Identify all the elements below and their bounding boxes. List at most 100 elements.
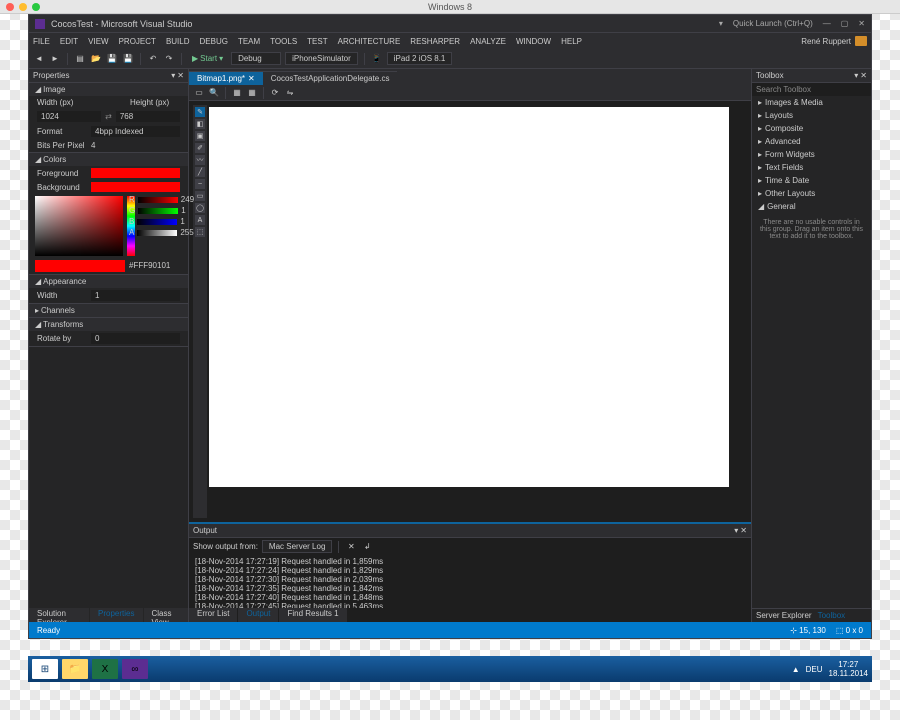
- config-combo[interactable]: Debug: [231, 52, 281, 65]
- fg-swatch[interactable]: [91, 168, 180, 178]
- line-tool-icon[interactable]: ╱: [195, 167, 205, 177]
- menu-build[interactable]: BUILD: [166, 37, 190, 46]
- tab-toolbox[interactable]: Toolbox: [818, 611, 846, 620]
- menu-team[interactable]: TEAM: [238, 37, 260, 46]
- menu-test[interactable]: TEST: [307, 37, 327, 46]
- section-image[interactable]: ◢ Image: [29, 83, 188, 96]
- menu-analyze[interactable]: ANALYZE: [470, 37, 506, 46]
- toolbox-group-layouts[interactable]: ▸ Layouts: [752, 109, 871, 122]
- bitmap-canvas[interactable]: [209, 107, 729, 487]
- g-value[interactable]: 1: [181, 206, 185, 215]
- hex-value[interactable]: #FFF90101: [129, 260, 170, 272]
- menu-architecture[interactable]: ARCHITECTURE: [338, 37, 401, 46]
- platform-combo[interactable]: iPhoneSimulator: [285, 52, 358, 65]
- menu-tools[interactable]: TOOLS: [270, 37, 297, 46]
- new-file-icon[interactable]: ▤: [74, 53, 86, 65]
- toolbox-close-icon[interactable]: ✕: [860, 71, 867, 80]
- toolbox-group-images[interactable]: ▸ Images & Media: [752, 96, 871, 109]
- toolbox-group-text[interactable]: ▸ Text Fields: [752, 161, 871, 174]
- nav-back-icon[interactable]: ◄: [33, 53, 45, 65]
- toolbox-group-other[interactable]: ▸ Other Layouts: [752, 187, 871, 200]
- menu-help[interactable]: HELP: [561, 37, 582, 46]
- r-slider[interactable]: [138, 197, 178, 203]
- fill-tool-icon[interactable]: ▣: [195, 131, 205, 141]
- start-button[interactable]: ▶ Start ▾: [188, 54, 227, 63]
- r-value[interactable]: 249: [181, 195, 194, 204]
- toolbox-group-general[interactable]: ◢ General: [752, 200, 871, 213]
- clear-icon[interactable]: ✕: [345, 541, 357, 553]
- eraser-tool-icon[interactable]: ◧: [195, 119, 205, 129]
- panel-close-icon[interactable]: ✕: [177, 71, 184, 80]
- pencil-tool-icon[interactable]: ✎: [195, 107, 205, 117]
- undo-icon[interactable]: ↶: [147, 53, 159, 65]
- nav-fwd-icon[interactable]: ►: [49, 53, 61, 65]
- curve-tool-icon[interactable]: ~: [195, 179, 205, 189]
- b-slider[interactable]: [137, 219, 177, 225]
- format-combo[interactable]: 4bpp Indexed: [91, 126, 180, 137]
- save-icon[interactable]: 💾: [106, 53, 118, 65]
- menu-edit[interactable]: EDIT: [60, 37, 78, 46]
- menu-view[interactable]: VIEW: [88, 37, 108, 46]
- app-width-input[interactable]: 1: [91, 290, 180, 301]
- toolbox-search[interactable]: Search Toolbox: [752, 83, 871, 96]
- tray-clock[interactable]: 17:2718.11.2014: [829, 660, 868, 678]
- open-icon[interactable]: 📂: [90, 53, 102, 65]
- section-appearance[interactable]: ◢ Appearance: [29, 275, 188, 288]
- tab-properties[interactable]: Properties: [90, 608, 142, 622]
- redo-icon[interactable]: ↷: [163, 53, 175, 65]
- maximize-icon[interactable]: ▢: [841, 19, 849, 28]
- bg-swatch[interactable]: [91, 182, 180, 192]
- menu-debug[interactable]: DEBUG: [200, 37, 228, 46]
- excel-icon[interactable]: X: [92, 659, 118, 679]
- menu-resharper[interactable]: RESHARPER: [410, 37, 460, 46]
- wrap-icon[interactable]: ↲: [361, 541, 373, 553]
- menu-project[interactable]: PROJECT: [119, 37, 156, 46]
- grid2-icon[interactable]: ▦: [246, 87, 258, 99]
- canvas-viewport[interactable]: [207, 105, 747, 518]
- a-value[interactable]: 255: [180, 228, 193, 237]
- toolbox-group-advanced[interactable]: ▸ Advanced: [752, 135, 871, 148]
- notification-icon[interactable]: ▾: [719, 19, 723, 28]
- tab-server-explorer[interactable]: Server Explorer: [756, 611, 812, 620]
- vs-taskbar-icon[interactable]: ∞: [122, 659, 148, 679]
- section-channels[interactable]: ▸ Channels: [29, 304, 188, 317]
- section-transforms[interactable]: ◢ Transforms: [29, 318, 188, 331]
- toolbox-group-time[interactable]: ▸ Time & Date: [752, 174, 871, 187]
- output-source-combo[interactable]: Mac Server Log: [262, 540, 332, 553]
- eyedropper-tool-icon[interactable]: ✐: [195, 143, 205, 153]
- menu-window[interactable]: WINDOW: [516, 37, 551, 46]
- tab-delegate[interactable]: CocosTestApplicationDelegate.cs: [263, 71, 398, 85]
- output-log[interactable]: [18-Nov-2014 17:27:19] Request handled i…: [189, 555, 751, 608]
- tab-bitmap[interactable]: Bitmap1.png*✕: [189, 71, 263, 85]
- user-name[interactable]: René Ruppert: [801, 37, 851, 46]
- a-slider[interactable]: [137, 230, 177, 236]
- explorer-icon[interactable]: 📁: [62, 659, 88, 679]
- section-colors[interactable]: ◢ Colors: [29, 153, 188, 166]
- tray-lang[interactable]: DEU: [806, 665, 823, 674]
- zoom-icon[interactable]: 🔍: [208, 87, 220, 99]
- close-icon[interactable]: ✕: [858, 19, 865, 28]
- tab-error-list[interactable]: Error List: [189, 608, 237, 622]
- toolbox-group-form[interactable]: ▸ Form Widgets: [752, 148, 871, 161]
- flip-icon[interactable]: ⇋: [284, 87, 296, 99]
- rotate-input[interactable]: 0: [91, 333, 180, 344]
- ellipse-tool-icon[interactable]: ◯: [195, 203, 205, 213]
- tab-class-view[interactable]: Class View: [144, 608, 189, 622]
- save-all-icon[interactable]: 💾: [122, 53, 134, 65]
- tray-flag-icon[interactable]: ▲: [792, 665, 800, 674]
- pointer-icon[interactable]: ▭: [193, 87, 205, 99]
- output-pin-icon[interactable]: ▾: [734, 526, 738, 535]
- tab-solution-explorer[interactable]: Solution Explorer: [29, 608, 89, 622]
- rect-tool-icon[interactable]: ▭: [195, 191, 205, 201]
- minimize-icon[interactable]: —: [823, 19, 831, 28]
- tab-find-results[interactable]: Find Results 1: [279, 608, 346, 622]
- user-avatar[interactable]: [855, 36, 867, 46]
- menu-file[interactable]: FILE: [33, 37, 50, 46]
- toolbox-group-composite[interactable]: ▸ Composite: [752, 122, 871, 135]
- brush-tool-icon[interactable]: 〰: [195, 155, 205, 165]
- b-value[interactable]: 1: [180, 217, 184, 226]
- text-tool-icon[interactable]: A: [195, 215, 205, 225]
- pin-icon[interactable]: ▾: [171, 71, 175, 80]
- width-input[interactable]: 1024: [37, 111, 101, 122]
- select-tool-icon[interactable]: ⬚: [195, 227, 205, 237]
